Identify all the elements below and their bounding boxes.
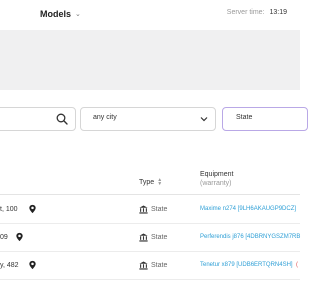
row-address: y, 482	[0, 262, 19, 269]
page-banner	[0, 30, 300, 90]
bank-icon	[139, 261, 148, 270]
state-select[interactable]: State	[222, 107, 308, 131]
location-pin-icon[interactable]	[28, 260, 37, 270]
search-input[interactable]	[0, 107, 76, 131]
row-divider	[0, 279, 300, 280]
chevron-down-icon	[200, 117, 208, 122]
column-header-type[interactable]: Type ▲ ▼	[139, 177, 163, 187]
city-select[interactable]: any city	[80, 107, 216, 131]
table-row[interactable]: 09 State Perferendis j876 [4DBRNYGSZM7RB	[0, 224, 300, 252]
filters-bar: any city State	[0, 107, 308, 131]
chevron-down-icon: ⌄	[75, 11, 81, 18]
bank-icon	[139, 233, 148, 242]
table-row[interactable]: y, 482 State Tenetur x879 [UDB6ERTQRN4SH…	[0, 252, 300, 280]
equipment-link[interactable]: Maxime n274 [9LH6AKAUGP9DCZ]	[200, 206, 296, 212]
column-header-equipment: Equipment (warranty)	[200, 170, 233, 188]
header-divider	[0, 194, 300, 195]
equipment-link[interactable]: Perferendis j876 [4DBRNYGSZM7RB	[200, 234, 300, 240]
equipment-link[interactable]: Tenetur x879 [UDB6ERTQRN4SH]	[200, 262, 293, 268]
column-header-type-label: Type	[139, 178, 155, 186]
server-time-label: Server time:	[226, 9, 265, 16]
sort-icon: ▲ ▼	[157, 177, 163, 187]
search-icon[interactable]	[55, 112, 69, 126]
row-address: 09	[0, 234, 8, 241]
row-type: State	[151, 262, 168, 269]
bank-icon	[139, 205, 148, 214]
state-select-value: State	[236, 114, 253, 121]
city-select-value: any city	[93, 114, 117, 121]
top-bar: Models ⌄ Server time: 13:19	[0, 0, 300, 30]
row-address: t, 100	[0, 206, 18, 213]
location-pin-icon[interactable]	[28, 204, 37, 214]
models-menu[interactable]: Models ⌄	[40, 9, 81, 19]
row-type: State	[151, 234, 168, 241]
location-pin-icon[interactable]	[15, 232, 24, 242]
row-type: State	[151, 206, 168, 213]
server-time: Server time: 13:19	[227, 9, 287, 16]
column-header-equipment-sub: (warranty)	[200, 180, 232, 187]
warranty-status: (	[296, 262, 298, 268]
models-menu-label: Models	[40, 9, 72, 19]
column-header-equipment-label: Equipment	[200, 171, 234, 178]
server-time-value: 13:19	[269, 9, 287, 16]
table-row[interactable]: t, 100 State Maxime n274 [9LH6AKAUGP9DCZ…	[0, 196, 300, 224]
